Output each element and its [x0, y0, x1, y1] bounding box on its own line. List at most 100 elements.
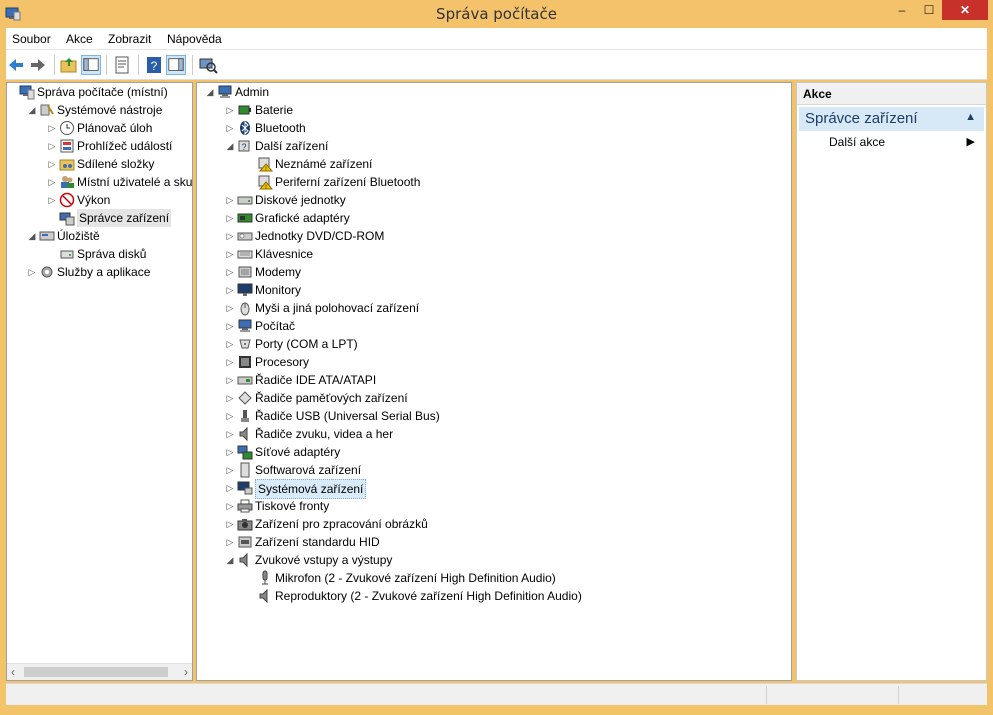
device-tree-item[interactable]: ▷ Modemy [197, 263, 791, 281]
device-tree-item[interactable]: ▷ Softwarová zařízení [197, 461, 791, 479]
show-hide-action-pane-icon[interactable] [166, 55, 186, 75]
device-tree-item[interactable]: ▷ Síťové adaptéry [197, 443, 791, 461]
scan-hardware-icon[interactable] [198, 55, 218, 75]
expand-arrow-icon[interactable]: ▷ [47, 173, 57, 191]
device-tree-item[interactable]: ▷ Procesory [197, 353, 791, 371]
menu-akce[interactable]: Akce [66, 32, 93, 46]
expand-arrow-icon[interactable]: ▷ [225, 191, 235, 209]
device-tree-item[interactable]: ▷ Zařízení standardu HID [197, 533, 791, 551]
device-tree-item[interactable]: ! Neznámé zařízení [197, 155, 791, 173]
collapse-arrow-icon[interactable]: ◢ [205, 83, 215, 101]
expand-arrow-icon[interactable]: ▷ [47, 191, 57, 209]
device-tree-item[interactable]: ▷ Řadiče paměťových zařízení [197, 389, 791, 407]
device-tree-item[interactable]: ▷ Řadiče USB (Universal Serial Bus) [197, 407, 791, 425]
show-hide-console-tree-icon[interactable] [81, 55, 101, 75]
speaker-icon [237, 426, 253, 442]
expand-arrow-icon[interactable]: ▷ [225, 101, 235, 119]
device-tree-item[interactable]: ▷ Systémová zařízení [197, 479, 791, 499]
console-tree-item[interactable]: ▷ Služby a aplikace [7, 263, 192, 281]
expand-arrow-icon[interactable]: ▷ [47, 155, 57, 173]
device-tree-item[interactable]: ▷ Bluetooth [197, 119, 791, 137]
device-tree-item[interactable]: Mikrofon (2 - Zvukové zařízení High Defi… [197, 569, 791, 587]
collapse-arrow-icon[interactable]: ◢ [27, 227, 37, 245]
device-tree-item[interactable]: ▷ Porty (COM a LPT) [197, 335, 791, 353]
collapse-arrow-icon[interactable]: ◢ [225, 137, 235, 155]
scrollbar-thumb[interactable] [24, 667, 168, 677]
device-tree-item[interactable]: ▷ Klávesnice [197, 245, 791, 263]
device-tree-item[interactable]: ▷ Tiskové fronty [197, 497, 791, 515]
expand-arrow-icon[interactable]: ▷ [47, 137, 57, 155]
console-tree-item[interactable]: Správce zařízení [7, 209, 192, 227]
device-tree-item[interactable]: ▷ Řadiče IDE ATA/ATAPI [197, 371, 791, 389]
console-tree-item[interactable]: ▷ Místní uživatelé a skupiny [7, 173, 192, 191]
device-tree-item[interactable]: ▷ Grafické adaptéry [197, 209, 791, 227]
horizontal-scrollbar[interactable]: ‹ › [7, 663, 192, 680]
device-tree-item[interactable]: ▷ Jednotky DVD/CD-ROM [197, 227, 791, 245]
device-tree-item[interactable]: ◢? Další zařízení [197, 137, 791, 155]
expand-arrow-icon[interactable]: ▷ [225, 371, 235, 389]
back-arrow-icon[interactable] [6, 55, 26, 75]
minimize-button[interactable]: – [888, 0, 916, 20]
console-tree-item[interactable]: ▷ Prohlížeč událostí [7, 137, 192, 155]
expand-arrow-icon[interactable]: ▷ [225, 227, 235, 245]
expand-arrow-icon[interactable]: ▷ [225, 281, 235, 299]
device-tree-item[interactable]: ▷ Diskové jednotky [197, 191, 791, 209]
menu-napoveda[interactable]: Nápověda [167, 32, 222, 46]
expand-arrow-icon[interactable]: ▷ [225, 263, 235, 281]
actions-section-device-manager[interactable]: Správce zařízení ▲ [799, 107, 984, 131]
more-actions-item[interactable]: Další akce ▶ [829, 135, 979, 153]
forward-arrow-icon[interactable] [28, 55, 48, 75]
expand-arrow-icon[interactable]: ▷ [225, 461, 235, 479]
properties-icon[interactable] [112, 55, 132, 75]
expand-arrow-icon[interactable]: ▷ [225, 425, 235, 443]
console-tree-item[interactable]: ◢ Systémové nástroje [7, 101, 192, 119]
expand-arrow-icon[interactable]: ▷ [225, 443, 235, 461]
expand-arrow-icon[interactable]: ▷ [225, 497, 235, 515]
device-tree-item[interactable]: Reproduktory (2 - Zvukové zařízení High … [197, 587, 791, 605]
collapse-arrow-icon[interactable]: ◢ [27, 101, 37, 119]
console-tree-item[interactable]: ▷ Plánovač úloh [7, 119, 192, 137]
menu-zobrazit[interactable]: Zobrazit [108, 32, 151, 46]
expand-arrow-icon[interactable]: ▷ [225, 119, 235, 137]
console-tree-item[interactable]: ▷ Výkon [7, 191, 192, 209]
expand-arrow-icon[interactable]: ▷ [27, 263, 37, 281]
console-tree-item[interactable]: Správa disků [7, 245, 192, 263]
bluetooth-icon [237, 120, 253, 136]
up-folder-icon[interactable] [59, 55, 79, 75]
device-tree-item[interactable]: ! Periferní zařízení Bluetooth [197, 173, 791, 191]
expand-arrow-icon[interactable]: ▷ [225, 515, 235, 533]
collapse-arrow-icon[interactable]: ▲ [965, 111, 976, 123]
maximize-button[interactable]: ☐ [916, 0, 942, 20]
device-tree-item[interactable]: ▷ Počítač [197, 317, 791, 335]
device-tree-item[interactable]: ▷ Myši a jiná polohovací zařízení [197, 299, 791, 317]
console-tree-item[interactable]: ▷ Sdílené složky [7, 155, 192, 173]
device-tree-item[interactable]: ◢ Zvukové vstupy a výstupy [197, 551, 791, 569]
expand-arrow-icon[interactable]: ▷ [225, 317, 235, 335]
menu-soubor[interactable]: Soubor [12, 32, 51, 46]
device-tree-item[interactable]: ▷ Monitory [197, 281, 791, 299]
expand-arrow-icon[interactable]: ▷ [225, 209, 235, 227]
close-button[interactable]: ✕ [942, 0, 988, 20]
device-tree-item[interactable]: ◢ Admin [197, 83, 791, 101]
console-tree-item[interactable]: ◢ Úložiště [7, 227, 192, 245]
device-tree-item[interactable]: ▷ Řadiče zvuku, videa a her [197, 425, 791, 443]
scroll-left-arrow[interactable]: ‹ [11, 665, 15, 679]
expand-arrow-icon[interactable]: ▷ [225, 533, 235, 551]
expand-arrow-icon[interactable]: ▷ [225, 407, 235, 425]
help-icon[interactable]: ? [144, 55, 164, 75]
expand-arrow-icon[interactable]: ▷ [225, 389, 235, 407]
status-segment [898, 686, 987, 704]
console-tree-item[interactable]: Správa počítače (místní) [7, 83, 192, 101]
expand-arrow-icon[interactable]: ▷ [225, 353, 235, 371]
collapse-arrow-icon[interactable]: ◢ [225, 551, 235, 569]
expand-arrow-icon[interactable]: ▷ [225, 479, 235, 497]
expand-arrow-icon[interactable]: ▷ [225, 335, 235, 353]
console-tree-label: Plánovač úloh [77, 121, 153, 135]
expand-arrow-icon[interactable]: ▷ [47, 119, 57, 137]
device-tree-item[interactable]: ▷ Baterie [197, 101, 791, 119]
expand-arrow-icon[interactable]: ▷ [225, 245, 235, 263]
expand-arrow-icon[interactable]: ▷ [225, 299, 235, 317]
scroll-right-arrow[interactable]: › [184, 665, 188, 679]
device-tree-item[interactable]: ▷ Zařízení pro zpracování obrázků [197, 515, 791, 533]
title-bar[interactable]: Správa počítače – ☐ ✕ [0, 0, 993, 28]
